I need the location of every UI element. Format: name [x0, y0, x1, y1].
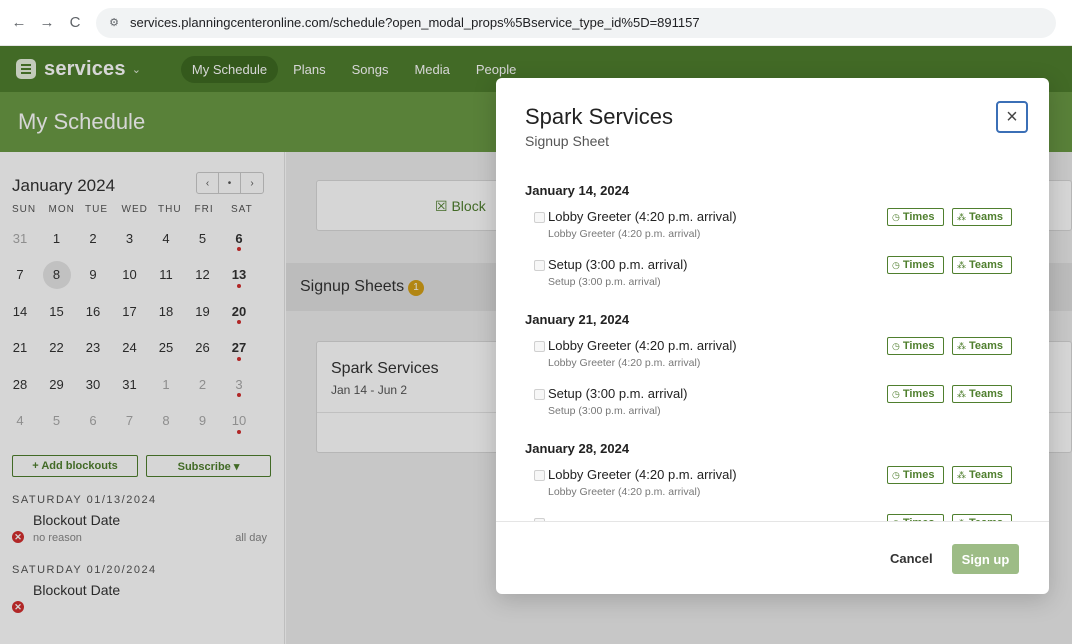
slot-checkbox[interactable] — [534, 389, 545, 400]
teams-button[interactable]: ⁂Teams — [952, 514, 1012, 521]
browser-toolbar: ← → C ⚙ services.planningcenteronline.co… — [0, 0, 1072, 46]
clock-icon: ◷ — [892, 340, 900, 351]
slot-checkbox[interactable] — [534, 212, 545, 223]
teams-button[interactable]: ⁂Teams — [952, 385, 1012, 403]
people-icon: ⁂ — [957, 340, 966, 351]
forward-icon[interactable]: → — [36, 12, 58, 34]
slot-description: Lobby Greeter (4:20 p.m. arrival) — [548, 228, 701, 240]
slot-name: Setup (3:00 p.m. arrival) — [548, 386, 688, 401]
slot-name: Setup (3:00 p.m. arrival) — [548, 257, 688, 272]
signup-date-heading: January 14, 2024 — [525, 183, 630, 198]
close-icon[interactable]: × — [996, 101, 1028, 133]
people-icon: ⁂ — [957, 388, 966, 399]
modal-subtitle: Signup Sheet — [525, 133, 610, 149]
signup-date-heading: January 28, 2024 — [525, 441, 630, 456]
teams-button[interactable]: ⁂Teams — [952, 256, 1012, 274]
signup-slot-row: Lobby Greeter (4:20 p.m. arrival) Lobby G… — [534, 208, 1014, 243]
times-button[interactable]: ◷Times — [887, 385, 944, 403]
signup-sheet-modal: Spark Services Signup Sheet × January 14… — [496, 78, 1049, 594]
teams-button[interactable]: ⁂Teams — [952, 466, 1012, 484]
signup-slot-row: Lobby Greeter (4:20 p.m. arrival) Lobby G… — [534, 466, 1014, 501]
people-icon: ⁂ — [957, 259, 966, 270]
signup-date-heading: January 21, 2024 — [525, 312, 630, 327]
teams-button[interactable]: ⁂Teams — [952, 208, 1012, 226]
clock-icon: ◷ — [892, 388, 900, 399]
slot-checkbox[interactable] — [534, 341, 545, 352]
back-icon[interactable]: ← — [8, 12, 30, 34]
times-button[interactable]: ◷Times — [887, 514, 944, 521]
cancel-button[interactable]: Cancel — [890, 551, 933, 566]
signup-slot-row: Lobby Greeter (4:20 p.m. arrival) Lobby G… — [534, 337, 1014, 372]
signup-slot-row: Setup (3:00 p.m. arrival) Setup (3:00 p.m… — [534, 256, 1014, 291]
address-bar[interactable]: ⚙ services.planningcenteronline.com/sche… — [96, 7, 1056, 38]
modal-footer: Cancel Sign up — [496, 521, 1049, 594]
teams-button[interactable]: ⁂Teams — [952, 337, 1012, 355]
clock-icon: ◷ — [892, 259, 900, 270]
people-icon: ⁂ — [957, 469, 966, 480]
times-button[interactable]: ◷Times — [887, 466, 944, 484]
clock-icon: ◷ — [892, 211, 900, 222]
slot-description: Setup (3:00 p.m. arrival) — [548, 405, 661, 417]
slot-description: Lobby Greeter (4:20 p.m. arrival) — [548, 486, 701, 498]
slot-description: Lobby Greeter (4:20 p.m. arrival) — [548, 357, 701, 369]
modal-body[interactable]: January 14, 2024 Lobby Greeter (4:20 p.m.… — [496, 171, 1049, 521]
slot-checkbox[interactable] — [534, 470, 545, 481]
reload-icon[interactable]: C — [64, 12, 86, 34]
times-button[interactable]: ◷Times — [887, 256, 944, 274]
site-settings-icon[interactable]: ⚙ — [104, 13, 124, 33]
slot-name: Lobby Greeter (4:20 p.m. arrival) — [548, 467, 737, 482]
sign-up-button[interactable]: Sign up — [952, 544, 1019, 574]
clock-icon: ◷ — [892, 469, 900, 480]
times-button[interactable]: ◷Times — [887, 208, 944, 226]
signup-slot-row: Setup (3:00 p.m. arrival) Setup (3:00 p.m… — [534, 385, 1014, 420]
slot-checkbox[interactable] — [534, 260, 545, 271]
slot-name: Lobby Greeter (4:20 p.m. arrival) — [548, 338, 737, 353]
slot-name: Lobby Greeter (4:20 p.m. arrival) — [548, 209, 737, 224]
people-icon: ⁂ — [957, 211, 966, 222]
times-button[interactable]: ◷Times — [887, 337, 944, 355]
modal-title: Spark Services — [525, 104, 673, 129]
url-text: services.planningcenteronline.com/schedu… — [130, 15, 700, 30]
slot-description: Setup (3:00 p.m. arrival) — [548, 276, 661, 288]
